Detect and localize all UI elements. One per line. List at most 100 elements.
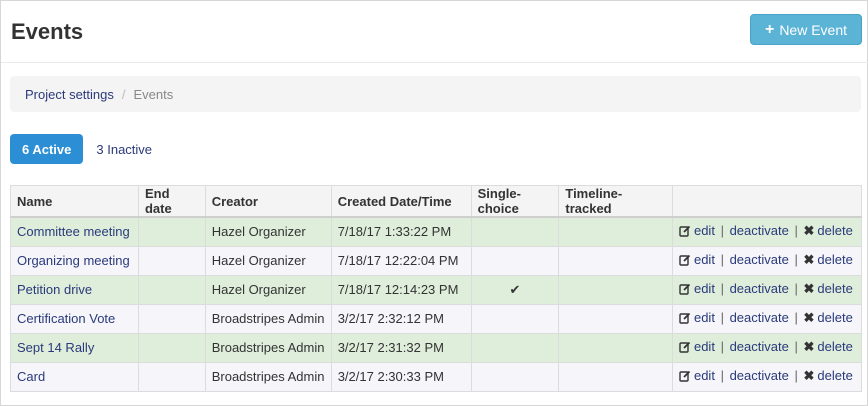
action-separator: |	[720, 223, 724, 239]
events-page: Events + New Event Project settings / Ev…	[0, 0, 868, 406]
breadcrumb-project-settings[interactable]: Project settings	[25, 87, 114, 102]
tab-inactive[interactable]: 3 Inactive	[83, 134, 165, 164]
action-separator: |	[794, 310, 798, 325]
edit-icon[interactable]	[679, 254, 691, 269]
cell-actions: edit | deactivate | ✖ delete	[671, 245, 863, 276]
cell-end-date	[137, 245, 206, 276]
edit-link[interactable]: edit	[694, 368, 715, 383]
cell-single-choice	[470, 303, 560, 334]
action-separator: |	[794, 252, 798, 267]
table-row: Committee meeting Hazel Organizer 7/18/1…	[10, 216, 863, 247]
action-separator: |	[794, 281, 798, 296]
close-icon[interactable]: ✖	[803, 310, 814, 325]
header-divider	[1, 62, 868, 63]
cell-name: Petition drive	[10, 274, 139, 305]
delete-link[interactable]: delete	[817, 252, 852, 267]
action-separator: |	[720, 310, 724, 325]
delete-link[interactable]: delete	[817, 368, 852, 383]
page-title: Events	[11, 19, 84, 44]
cell-name: Certification Vote	[10, 303, 139, 334]
edit-link[interactable]: edit	[694, 252, 715, 267]
table-header-row: Name End date Creator Created Date/Time …	[10, 185, 863, 218]
delete-link[interactable]: delete	[817, 310, 852, 325]
edit-link[interactable]: edit	[694, 339, 715, 354]
delete-link[interactable]: delete	[817, 281, 852, 296]
table-row: Card Broadstripes Admin 3/2/17 2:30:33 P…	[10, 361, 863, 392]
cell-actions: edit | deactivate | ✖ delete	[671, 216, 863, 247]
close-icon[interactable]: ✖	[803, 223, 814, 238]
cell-actions: edit | deactivate | ✖ delete	[671, 332, 863, 363]
column-header-creator[interactable]: Creator	[204, 185, 332, 218]
cell-created: 3/2/17 2:31:32 PM	[330, 332, 472, 363]
delete-link[interactable]: delete	[817, 223, 852, 238]
edit-icon[interactable]	[679, 283, 691, 298]
cell-single-choice	[470, 361, 560, 392]
event-name-link[interactable]: Sept 14 Rally	[17, 340, 94, 355]
deactivate-link[interactable]: deactivate	[730, 339, 789, 354]
deactivate-link[interactable]: deactivate	[730, 252, 789, 267]
cell-creator: Hazel Organizer	[204, 274, 332, 305]
event-name-link[interactable]: Certification Vote	[17, 311, 115, 326]
table-row: Organizing meeting Hazel Organizer 7/18/…	[10, 245, 863, 276]
delete-link[interactable]: delete	[817, 339, 852, 354]
tab-active[interactable]: 6 Active	[10, 134, 84, 164]
event-name-link[interactable]: Petition drive	[17, 282, 92, 297]
event-name-link[interactable]: Card	[17, 369, 45, 384]
cell-end-date	[137, 361, 206, 392]
cell-actions: edit | deactivate | ✖ delete	[671, 303, 863, 334]
column-header-end-date[interactable]: End date	[137, 185, 206, 218]
table-row: Petition drive Hazel Organizer 7/18/17 1…	[10, 274, 863, 305]
event-name-link[interactable]: Organizing meeting	[17, 253, 130, 268]
cell-timeline-tracked	[558, 216, 673, 247]
event-name-link[interactable]: Committee meeting	[17, 224, 130, 239]
breadcrumb-separator: /	[121, 86, 126, 102]
new-event-button[interactable]: + New Event	[750, 14, 862, 45]
cell-actions: edit | deactivate | ✖ delete	[671, 361, 863, 392]
table-row: Sept 14 Rally Broadstripes Admin 3/2/17 …	[10, 332, 863, 363]
column-header-single-choice[interactable]: Single-choice	[470, 185, 560, 218]
deactivate-link[interactable]: deactivate	[730, 223, 789, 238]
edit-link[interactable]: edit	[694, 223, 715, 238]
events-table: Name End date Creator Created Date/Time …	[10, 185, 863, 392]
cell-name: Sept 14 Rally	[10, 332, 139, 363]
column-header-timeline-tracked[interactable]: Timeline-tracked	[558, 185, 673, 218]
table-row: Certification Vote Broadstripes Admin 3/…	[10, 303, 863, 334]
plus-icon: +	[764, 20, 775, 38]
breadcrumb: Project settings / Events	[10, 76, 861, 112]
cell-end-date	[137, 303, 206, 334]
cell-timeline-tracked	[558, 303, 673, 334]
column-header-name[interactable]: Name	[10, 185, 139, 218]
close-icon[interactable]: ✖	[803, 339, 814, 354]
cell-timeline-tracked	[558, 274, 673, 305]
action-separator: |	[794, 368, 798, 383]
action-separator: |	[720, 368, 724, 383]
column-header-created[interactable]: Created Date/Time	[330, 185, 472, 218]
cell-actions: edit | deactivate | ✖ delete	[671, 274, 863, 305]
new-event-label: New Event	[779, 21, 848, 38]
cell-created: 3/2/17 2:32:12 PM	[330, 303, 472, 334]
breadcrumb-current: Events	[133, 86, 174, 102]
action-separator: |	[794, 223, 798, 239]
edit-link[interactable]: edit	[694, 310, 715, 325]
close-icon[interactable]: ✖	[803, 368, 814, 383]
edit-icon[interactable]	[679, 370, 691, 385]
action-separator: |	[720, 281, 724, 296]
cell-creator: Hazel Organizer	[204, 216, 332, 247]
edit-link[interactable]: edit	[694, 281, 715, 296]
deactivate-link[interactable]: deactivate	[730, 368, 789, 383]
cell-timeline-tracked	[558, 361, 673, 392]
close-icon[interactable]: ✖	[803, 252, 814, 267]
deactivate-link[interactable]: deactivate	[730, 281, 789, 296]
cell-creator: Broadstripes Admin	[204, 303, 332, 334]
edit-icon[interactable]	[679, 225, 691, 240]
close-icon[interactable]: ✖	[803, 281, 814, 296]
status-tabs: 6 Active 3 Inactive	[10, 134, 165, 164]
edit-icon[interactable]	[679, 341, 691, 356]
action-separator: |	[720, 339, 724, 354]
action-separator: |	[794, 339, 798, 354]
cell-creator: Broadstripes Admin	[204, 332, 332, 363]
deactivate-link[interactable]: deactivate	[730, 310, 789, 325]
edit-icon[interactable]	[679, 312, 691, 327]
cell-created: 7/18/17 12:22:04 PM	[330, 245, 472, 276]
action-separator: |	[720, 252, 724, 267]
